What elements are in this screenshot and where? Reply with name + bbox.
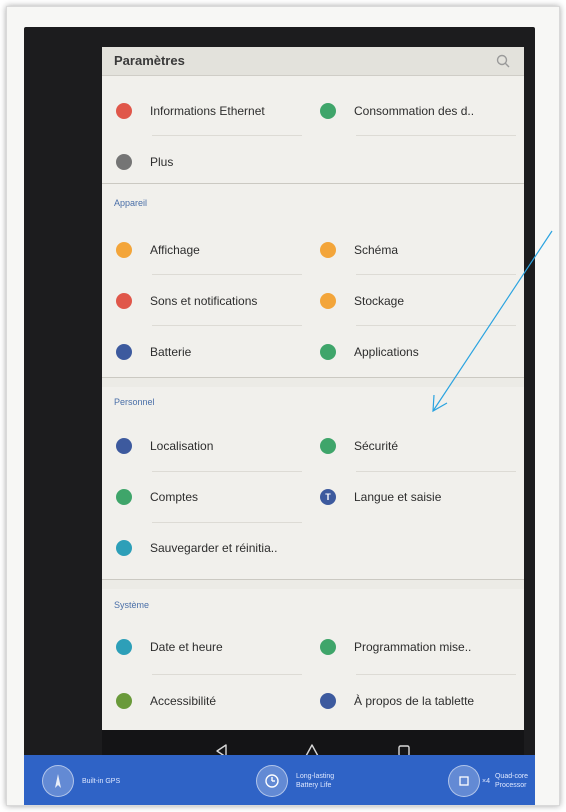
annotation-arrow bbox=[432, 230, 553, 413]
photo-frame: Paramètres Informations Ethernet Consomm… bbox=[6, 6, 560, 806]
